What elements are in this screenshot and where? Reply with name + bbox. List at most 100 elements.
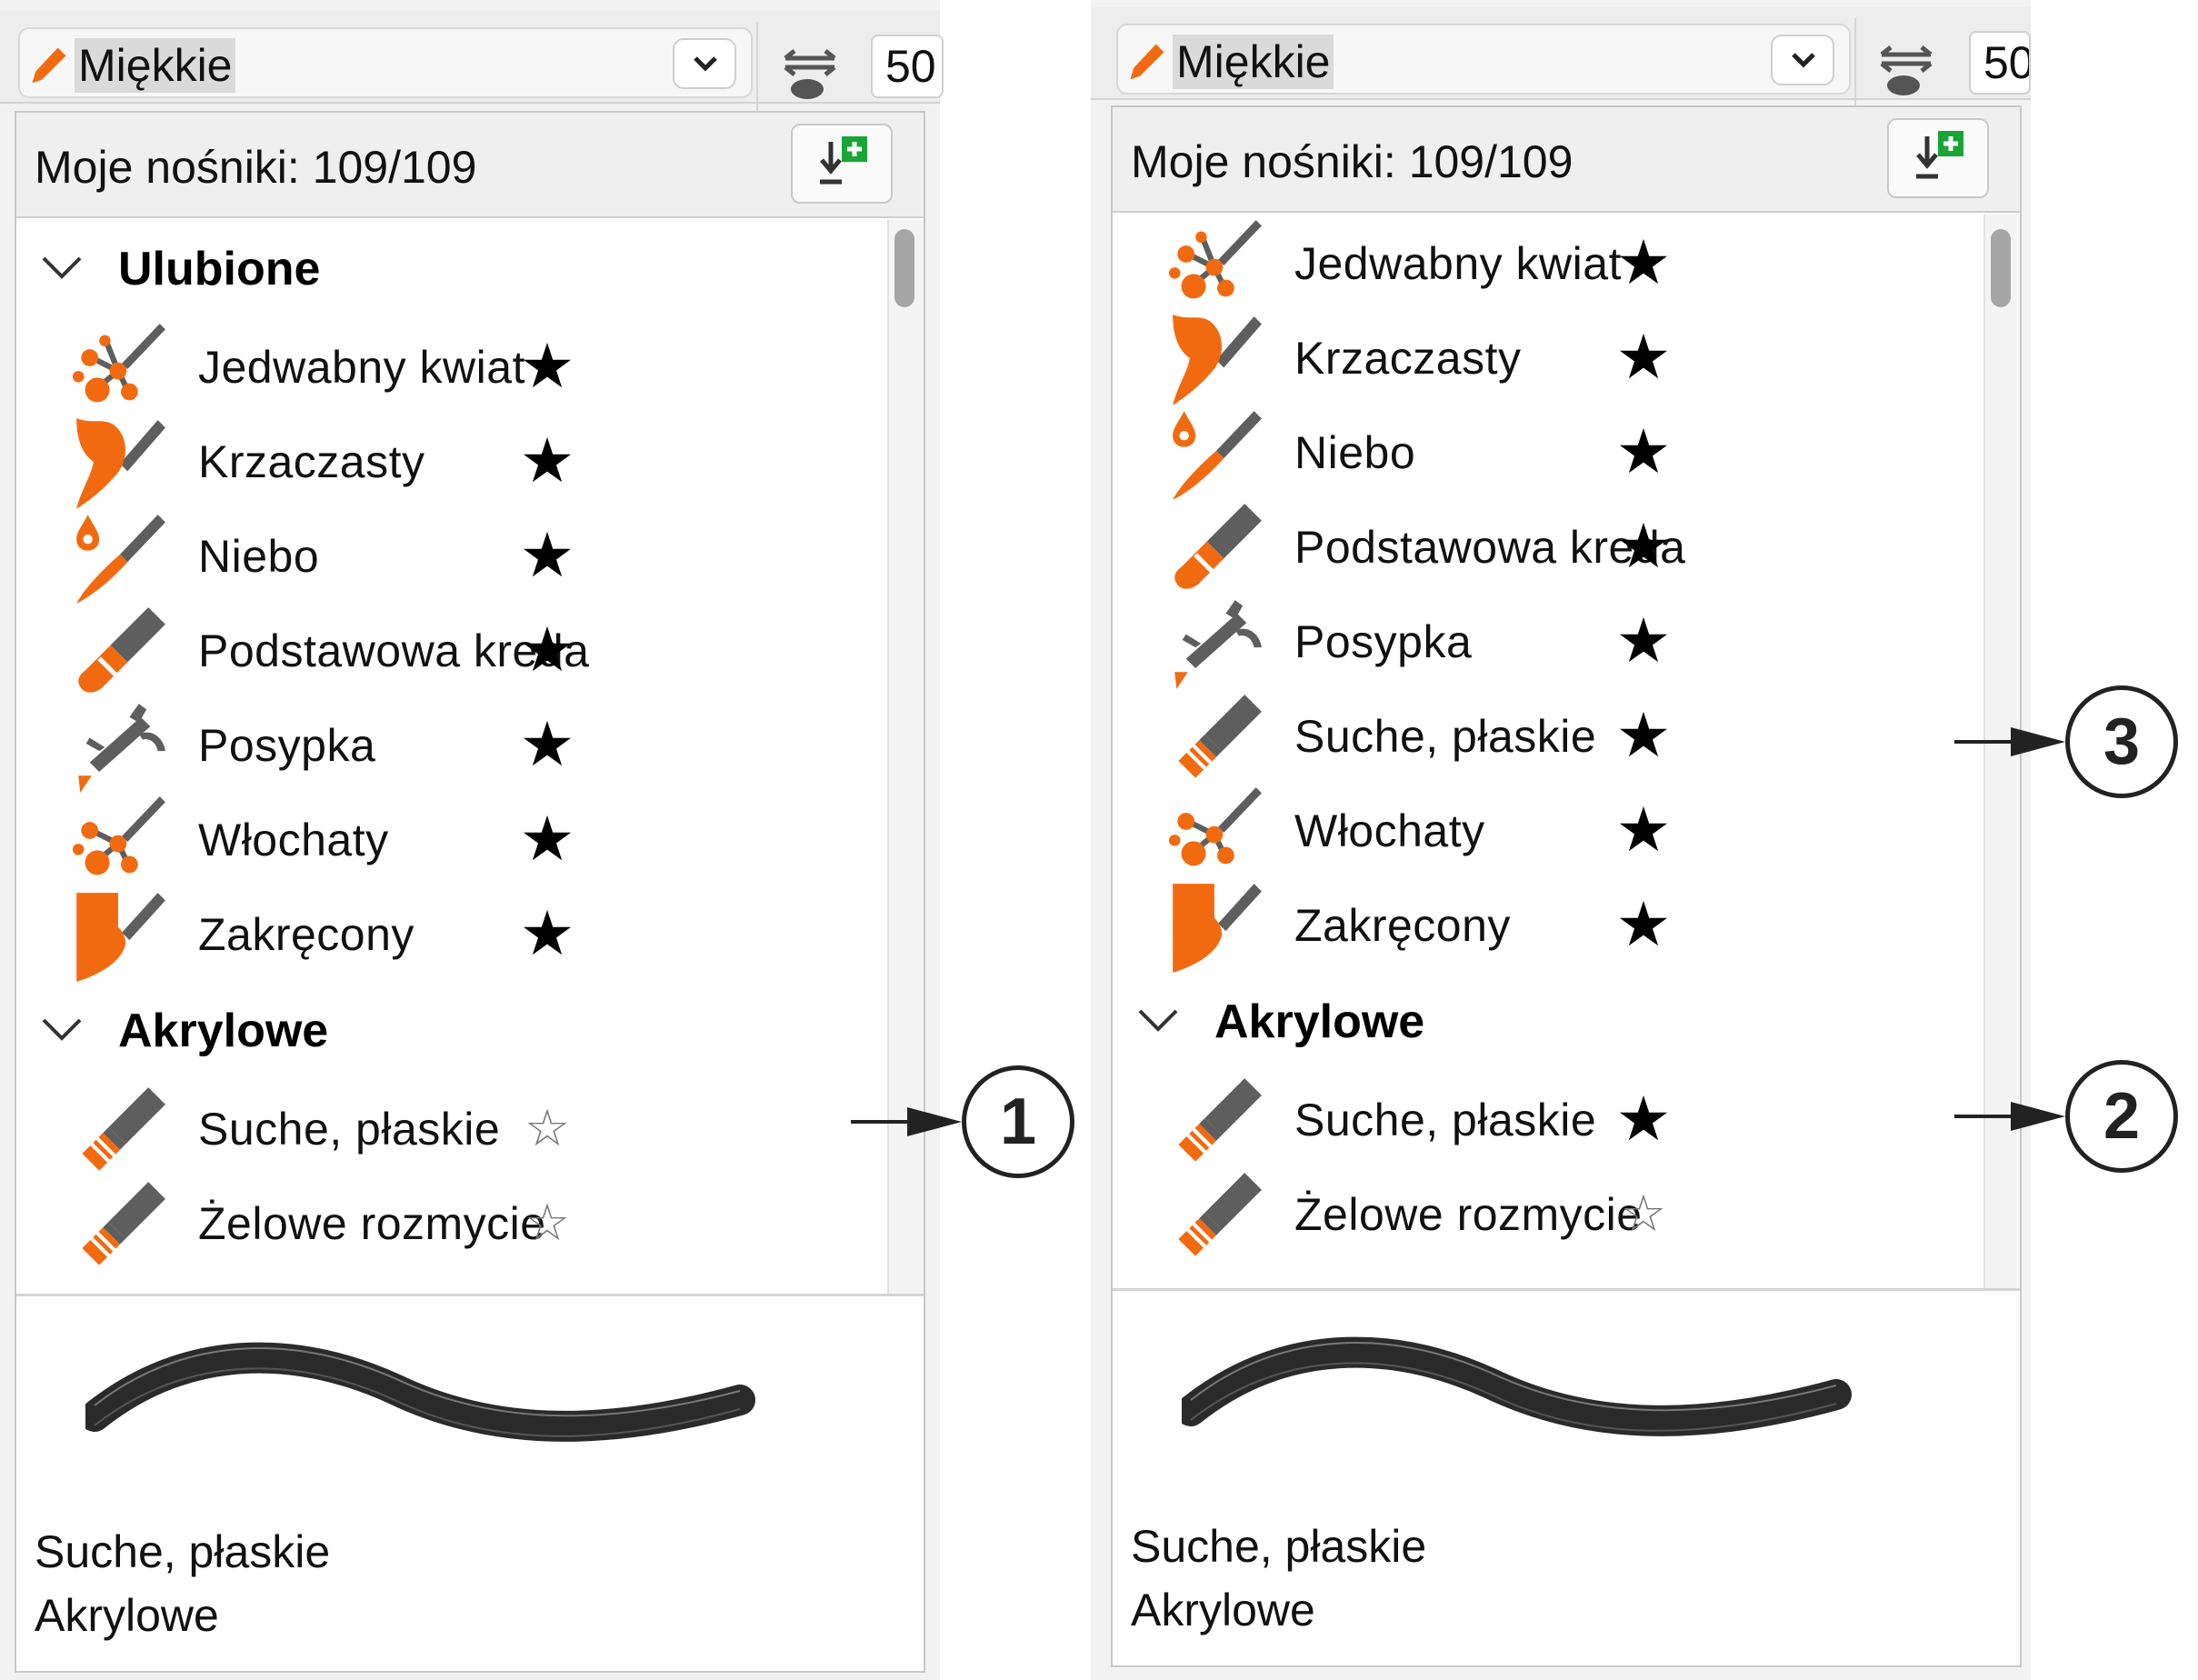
bushy-brush-icon: [71, 416, 169, 511]
brush-list-item[interactable]: Podstawowa kreda ★: [16, 604, 924, 698]
callout-arrowhead: [907, 1107, 962, 1136]
brush-preset-dropdown[interactable]: Miękkie: [1116, 24, 1851, 95]
category-header-favorites[interactable]: Ulubione: [16, 220, 924, 320]
brush-item-label: Niebo: [198, 531, 320, 582]
brush-list-item[interactable]: Zakręcony ★: [16, 887, 924, 982]
brush-list-item[interactable]: Posypka ★: [1113, 595, 2020, 689]
favorite-star-filled-icon[interactable]: ★: [1611, 798, 1676, 864]
brush-item-label: Włochaty: [198, 815, 389, 865]
favorite-star-filled-icon[interactable]: ★: [1611, 893, 1676, 958]
dry-flat-brush-icon: [1167, 691, 1265, 785]
favorite-star-filled-icon[interactable]: ★: [515, 429, 580, 495]
favorite-star-filled-icon[interactable]: ★: [515, 524, 580, 589]
panel-header: Moje nośniki: 109/109: [1113, 107, 2020, 213]
dry-flat-brush-icon: [71, 1084, 169, 1178]
brush-list[interactable]: Jedwabny kwiat ★ Krzaczasty ★ Niebo ★ Podstawo…: [1113, 215, 2020, 1402]
sprinkle-airbrush-icon: [1167, 596, 1265, 691]
favorite-star-filled-icon[interactable]: ★: [1611, 704, 1676, 769]
media-count: Moje nośniki: 109/109: [35, 142, 477, 193]
brush-list-item[interactable]: Włochaty ★: [16, 793, 924, 887]
category-header-acrylic[interactable]: Akrylowe: [1113, 973, 2020, 1073]
brush-list-item[interactable]: Suche, płaskie ☆: [16, 1082, 924, 1176]
brush-list-item[interactable]: Jedwabny kwiat ★: [16, 320, 924, 415]
curly-brush-icon: [1167, 880, 1265, 975]
favorite-star-filled-icon[interactable]: ★: [1611, 1087, 1676, 1153]
brush-list-item[interactable]: Włochaty ★: [1113, 784, 2020, 878]
favorite-star-filled-icon[interactable]: ★: [1611, 420, 1676, 485]
curly-brush-icon: [71, 889, 169, 984]
brush-preview: Suche, płaskie Akrylowe: [1113, 1288, 2020, 1665]
scrollbar[interactable]: [1983, 215, 2020, 1402]
brush-list[interactable]: Ulubione Jedwabny kwiat ★ Krzaczasty ★ Niebo…: [16, 220, 924, 1407]
chevron-down-icon: [1792, 53, 1815, 68]
favorite-star-filled-icon[interactable]: ★: [1611, 609, 1676, 675]
hairy-brush-icon: [1167, 785, 1265, 880]
import-media-button[interactable]: [1887, 118, 1989, 198]
panel-header: Moje nośniki: 109/109: [16, 113, 924, 218]
favorite-star-outline-icon[interactable]: ☆: [1611, 1182, 1676, 1247]
import-plus-icon: [1916, 131, 1963, 179]
brush-item-label: Żelowe rozmycie: [1294, 1189, 1643, 1240]
preview-brush-category: Akrylowe: [1131, 1585, 1315, 1635]
brush-item-label: Krzaczasty: [198, 436, 425, 487]
brush-list-item[interactable]: Zakręcony ★: [1113, 878, 2020, 973]
callout-arrowhead: [2011, 727, 2065, 756]
scrollbar-thumb[interactable]: [894, 229, 914, 307]
favorite-star-filled-icon[interactable]: ★: [1611, 325, 1676, 391]
dropdown-chevron-button[interactable]: [673, 38, 736, 89]
favorite-star-filled-icon[interactable]: ★: [515, 902, 580, 967]
scrollbar[interactable]: [887, 220, 924, 1407]
chevron-down-icon: [42, 1018, 82, 1041]
brush-item-label: Suche, płaskie: [198, 1104, 501, 1155]
flow-icon: [784, 49, 836, 99]
favorite-star-filled-icon[interactable]: ★: [1611, 515, 1676, 580]
callout-number: 2: [2065, 1060, 2178, 1173]
brush-item-label: Posypka: [198, 720, 376, 771]
brush-item-label: Włochaty: [1294, 805, 1485, 856]
brush-list-item[interactable]: Krzaczasty ★: [1113, 311, 2020, 405]
brush-list-item[interactable]: Krzaczasty ★: [16, 415, 924, 509]
brush-list-item[interactable]: Żelowe rozmycie ☆: [16, 1176, 924, 1271]
left-toolbar: Miękkie 50: [0, 11, 944, 113]
preview-brush-category: Akrylowe: [35, 1590, 219, 1641]
favorite-star-filled-icon[interactable]: ★: [515, 335, 580, 400]
brush-list-item[interactable]: Niebo ★: [1113, 405, 2020, 500]
brush-list-item[interactable]: Jedwabny kwiat ★: [1113, 216, 2020, 311]
right-toolbar: Miękkie 50: [1091, 7, 2031, 109]
dropdown-chevron-button[interactable]: [1771, 35, 1834, 85]
favorite-star-outline-icon[interactable]: ☆: [515, 1191, 580, 1256]
category-label: Akrylowe: [1214, 995, 1425, 1048]
favorite-star-filled-icon[interactable]: ★: [515, 807, 580, 873]
sky-brush-icon: [71, 511, 169, 605]
import-media-button[interactable]: [791, 124, 893, 204]
brush-list-item[interactable]: Podstawowa kreda ★: [1113, 500, 2020, 595]
favorite-star-filled-icon[interactable]: ★: [1611, 231, 1676, 296]
brush-list-item[interactable]: Żelowe rozmycie ☆: [1113, 1167, 2020, 1262]
brush-preset-dropdown[interactable]: Miękkie: [18, 27, 753, 98]
brush-list-item[interactable]: Suche, płaskie ★: [1113, 1073, 2020, 1167]
favorite-star-filled-icon[interactable]: ★: [515, 618, 580, 684]
basic-chalk-icon: [1167, 502, 1265, 596]
chevron-down-icon: [694, 56, 717, 72]
silk-flower-brush-icon: [71, 322, 169, 416]
favorite-star-outline-icon[interactable]: ☆: [515, 1096, 580, 1162]
basic-chalk-icon: [71, 605, 169, 700]
size-field[interactable]: 50: [1969, 31, 2031, 95]
media-count: Moje nośniki: 109/109: [1131, 136, 1574, 187]
scrollbar-thumb[interactable]: [1991, 229, 2011, 307]
brush-list-item[interactable]: Posypka ★: [16, 698, 924, 793]
brush-item-label: Jedwabny kwiat: [1294, 238, 1622, 289]
brush-pen-icon: [29, 44, 69, 85]
gel-blend-brush-icon: [1167, 1169, 1265, 1264]
favorite-star-filled-icon[interactable]: ★: [515, 713, 580, 778]
preset-name: Miękkie: [1173, 35, 1334, 89]
brush-stroke-preview: [1182, 1336, 1852, 1436]
brush-item-label: Zakręcony: [1294, 900, 1511, 951]
category-header-acrylic[interactable]: Akrylowe: [16, 982, 924, 1082]
preview-brush-name: Suche, płaskie: [1131, 1521, 1427, 1572]
brush-item-label: Jedwabny kwiat: [198, 342, 525, 393]
preview-brush-name: Suche, płaskie: [35, 1526, 331, 1577]
brush-list-item[interactable]: Niebo ★: [16, 509, 924, 604]
size-field[interactable]: 50: [871, 35, 944, 98]
brush-list-item[interactable]: Suche, płaskie ★: [1113, 689, 2020, 784]
